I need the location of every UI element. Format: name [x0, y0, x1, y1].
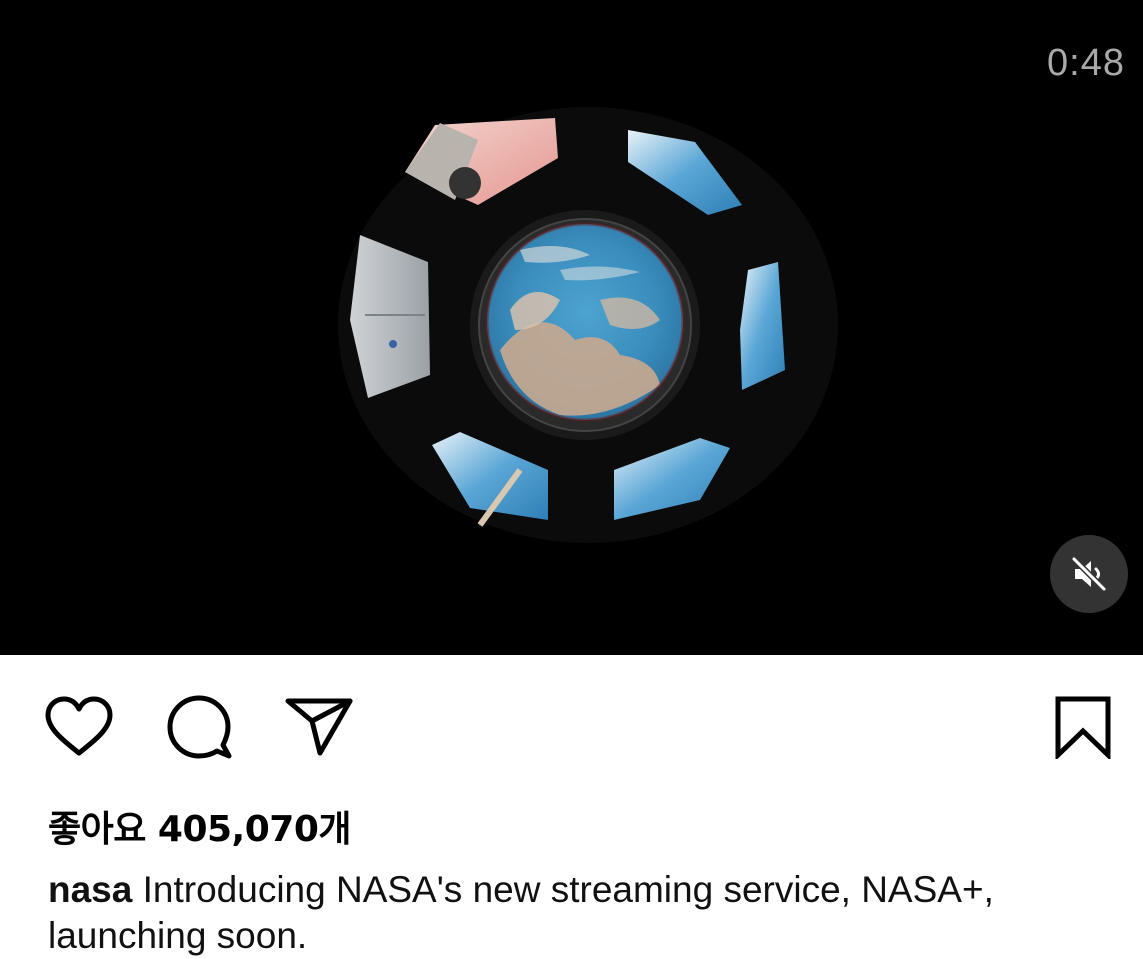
share-button[interactable] — [284, 695, 354, 764]
cupola-scene — [338, 107, 838, 543]
post-actions-bar — [0, 695, 1143, 761]
caption-text: Introducing NASA's new streaming service… — [48, 869, 994, 956]
muted-speaker-icon — [1071, 556, 1107, 592]
comment-button[interactable] — [165, 695, 233, 764]
post-caption: nasa Introducing NASA's new streaming se… — [48, 867, 1108, 959]
mute-button[interactable] — [1050, 535, 1128, 613]
heart-icon — [45, 696, 113, 756]
like-button[interactable] — [44, 695, 114, 764]
video-player[interactable]: 0:48 — [0, 0, 1143, 655]
comment-bubble-icon — [167, 695, 232, 759]
likes-count[interactable]: 좋아요 405,070개 — [48, 800, 351, 852]
caption-username[interactable]: nasa — [48, 869, 132, 910]
save-button[interactable] — [1054, 695, 1112, 764]
bookmark-icon — [1055, 696, 1111, 761]
video-timer: 0:48 — [1047, 42, 1125, 84]
paper-plane-icon — [285, 698, 353, 756]
